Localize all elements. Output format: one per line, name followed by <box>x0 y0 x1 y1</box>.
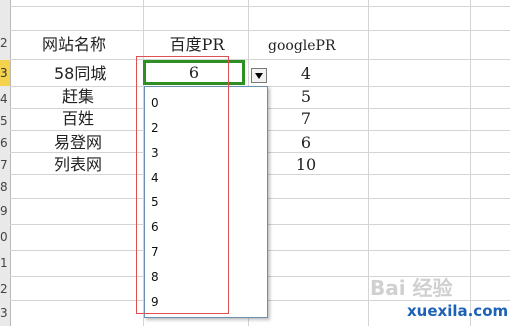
active-cell-baidu-pr[interactable]: 6 <box>143 60 245 85</box>
dropdown-option[interactable]: 5 <box>151 192 159 212</box>
header-baidu-pr[interactable]: 百度PR <box>150 32 244 58</box>
dropdown-option[interactable]: 8 <box>151 267 159 287</box>
validation-dropdown-list[interactable]: 0 2 3 4 5 6 7 8 9 <box>144 86 268 318</box>
dropdown-option[interactable]: 7 <box>151 242 159 262</box>
column-divider <box>470 0 471 326</box>
dropdown-option[interactable]: 6 <box>151 217 159 237</box>
dropdown-option[interactable]: 0 <box>151 93 159 113</box>
row-number[interactable]: 2 <box>0 30 10 56</box>
dropdown-option[interactable]: 3 <box>151 143 159 163</box>
row-number[interactable]: 0 <box>0 224 10 250</box>
header-site-name[interactable]: 网站名称 <box>42 32 142 58</box>
column-divider <box>368 0 369 326</box>
row-divider <box>10 59 510 60</box>
row-number-active[interactable]: 3 <box>0 60 10 86</box>
dropdown-button[interactable] <box>251 68 267 83</box>
chevron-down-icon <box>255 73 263 79</box>
dropdown-option[interactable]: 2 <box>151 118 159 138</box>
dropdown-option[interactable]: 4 <box>151 168 159 188</box>
header-google-pr[interactable]: googlePR <box>268 33 368 59</box>
row-number[interactable]: 1 <box>0 250 10 276</box>
row-number[interactable]: 8 <box>0 174 10 200</box>
row-number[interactable]: 3 <box>0 300 10 326</box>
row-header-column: 2 3 4 5 6 7 8 9 0 1 2 3 <box>0 0 11 326</box>
google-pr-cell[interactable]: 7 <box>276 106 336 132</box>
row-divider <box>10 6 510 7</box>
site-name-cell[interactable]: 百姓 <box>62 106 142 132</box>
baidu-watermark: Bai 经验 <box>370 276 453 300</box>
dropdown-option[interactable]: 9 <box>151 292 159 312</box>
row-number[interactable]: 9 <box>0 198 10 224</box>
site-watermark-url: xuexila.com <box>407 302 509 320</box>
site-name-cell[interactable]: 列表网 <box>54 152 142 178</box>
spreadsheet: 2 3 4 5 6 7 8 9 0 1 2 3 网站名称 百度PR google… <box>0 0 510 326</box>
google-pr-cell[interactable]: 10 <box>276 152 336 178</box>
row-divider <box>10 30 510 31</box>
row-number[interactable]: 2 <box>0 276 10 302</box>
